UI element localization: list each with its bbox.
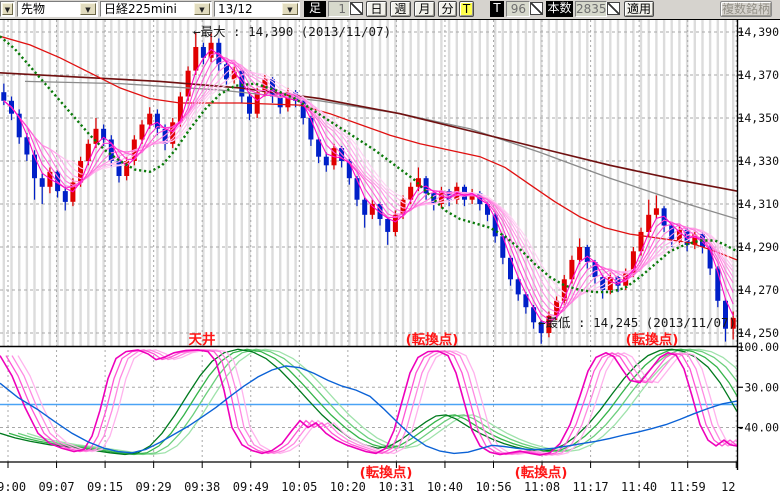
svg-text:09:00: 09:00 [0,480,26,494]
svg-text:14,270: 14,270 [737,283,779,297]
svg-text:14,290: 14,290 [737,240,779,254]
minute-button[interactable]: 分 [438,1,457,17]
svg-text:(転換点): (転換点) [360,464,413,481]
tick-button[interactable]: T [459,1,474,17]
instrument-type-combo[interactable]: 先物 ▼ [17,1,98,17]
svg-text:14,390: 14,390 [737,25,779,39]
chevron-down-icon[interactable]: ▼ [194,3,210,15]
svg-text:30.00: 30.00 [744,380,779,394]
ashi-label: 足 [304,1,326,17]
svg-text:14,250: 14,250 [737,326,779,340]
svg-text:14,370: 14,370 [737,68,779,82]
contract-month-value: 13/12 [215,2,281,16]
chevron-down-icon[interactable]: ▼ [2,3,13,15]
interval-value-field[interactable]: 1 [328,1,350,17]
day-button[interactable]: 日 [366,1,387,17]
instrument-type-value: 先物 [18,2,79,16]
svg-text:11:59: 11:59 [670,480,706,494]
month-button[interactable]: 月 [414,1,435,17]
svg-text:10:40: 10:40 [427,480,463,494]
svg-text:←最大 : 14,390 (2013/11/07): ←最大 : 14,390 (2013/11/07) [193,24,391,39]
svg-text:10:05: 10:05 [281,480,317,494]
svg-text:-40.00: -40.00 [737,421,779,435]
chart-area[interactable]: 14,390 14,370 14,350 14,330 14,310 14,290 14,2… [0,19,780,500]
bar-count-stepper-icon[interactable] [607,2,620,15]
svg-text:09:15: 09:15 [87,480,123,494]
price-chart-svg: 14,390 14,370 14,350 14,330 14,310 14,290 14,2… [0,19,780,500]
t-label: T [490,1,504,17]
svg-text:09:38: 09:38 [184,480,220,494]
svg-text:12: 12 [721,480,735,494]
t-count-field[interactable]: 96 [506,1,530,17]
svg-text:09:07: 09:07 [38,480,74,494]
svg-text:(転換点): (転換点) [515,464,568,481]
week-button[interactable]: 週 [390,1,411,17]
symbol-combo[interactable]: 日経225mini ▼ [100,1,212,17]
svg-text:09:29: 09:29 [136,480,172,494]
edge-dropdown-button[interactable]: ▼ [0,1,15,17]
svg-text:10:56: 10:56 [475,480,511,494]
contract-month-combo[interactable]: 13/12 ▼ [214,1,300,17]
svg-text:(転換点): (転換点) [406,331,459,348]
svg-text:10:31: 10:31 [378,480,414,494]
svg-text:←最低 : 14,245 (2013/11/07): ←最低 : 14,245 (2013/11/07) [538,315,736,330]
bar-count-field[interactable]: 2835 [575,1,607,17]
svg-text:11:08: 11:08 [524,480,560,494]
svg-text:14,330: 14,330 [737,154,779,168]
svg-text:14,350: 14,350 [737,111,779,125]
svg-text:11:17: 11:17 [573,480,609,494]
svg-text:100.00: 100.00 [737,340,779,354]
svg-text:09:49: 09:49 [233,480,269,494]
chevron-down-icon[interactable]: ▼ [80,3,96,15]
svg-text:天井: 天井 [189,331,216,348]
svg-text:11:40: 11:40 [621,480,657,494]
chevron-down-icon[interactable]: ▼ [282,3,298,15]
svg-text:14,310: 14,310 [737,197,779,211]
symbol-value: 日経225mini [101,2,193,16]
multi-symbol-button[interactable]: 複数銘柄 [720,1,772,17]
interval-stepper-icon[interactable] [350,2,363,15]
t-count-stepper-icon[interactable] [530,2,543,15]
toolbar: ▼ 先物 ▼ 日経225mini ▼ 13/12 ▼ 足 1 日 週 月 分 T… [0,0,780,19]
svg-text:10:20: 10:20 [330,480,366,494]
honsu-label: 本数 [546,1,573,17]
apply-button[interactable]: 適用 [624,1,654,17]
svg-text:(転換点): (転換点) [626,331,679,348]
